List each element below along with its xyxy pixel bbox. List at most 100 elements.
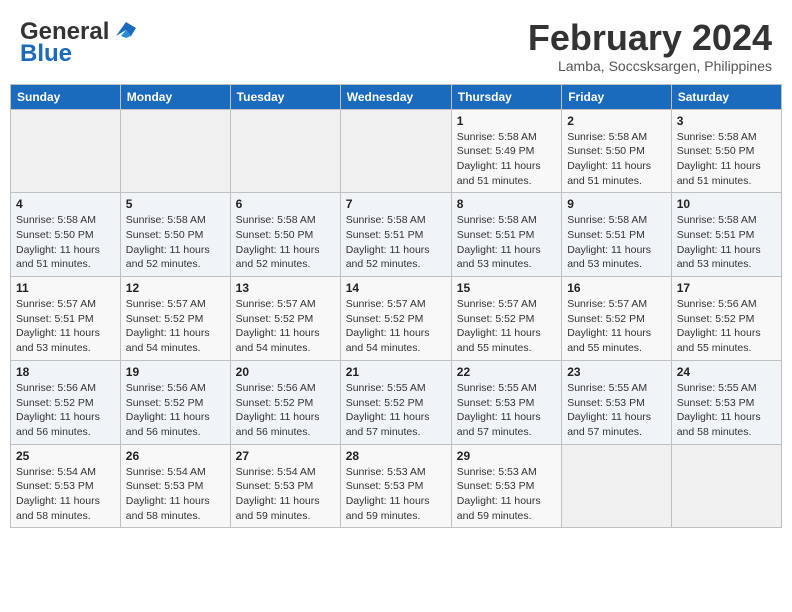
calendar-cell: 10 Sunrise: 5:58 AMSunset: 5:51 PMDayligh… [671, 193, 781, 277]
header-friday: Friday [562, 84, 672, 109]
calendar-header: Sunday Monday Tuesday Wednesday Thursday… [11, 84, 782, 109]
day-number: 7 [346, 197, 446, 211]
day-number: 20 [236, 365, 335, 379]
day-number: 21 [346, 365, 446, 379]
calendar-week-row: 25 Sunrise: 5:54 AMSunset: 5:53 PMDayligh… [11, 444, 782, 528]
calendar-cell: 3Sunrise: 5:58 AMSunset: 5:50 PMDaylight… [671, 109, 781, 193]
day-info: Sunrise: 5:56 AMSunset: 5:52 PMDaylight:… [16, 381, 115, 440]
logo-bird-icon [111, 18, 141, 46]
day-info: Sunrise: 5:55 AMSunset: 5:53 PMDaylight:… [457, 381, 556, 440]
day-number: 10 [677, 197, 776, 211]
day-info: Sunrise: 5:57 AMSunset: 5:52 PMDaylight:… [457, 297, 556, 356]
calendar-cell: 21 Sunrise: 5:55 AMSunset: 5:52 PMDayligh… [340, 360, 451, 444]
calendar-cell: 13 Sunrise: 5:57 AMSunset: 5:52 PMDayligh… [230, 277, 340, 361]
day-info: Sunrise: 5:58 AMSunset: 5:50 PMDaylight:… [236, 213, 335, 272]
day-info: Sunrise: 5:57 AMSunset: 5:52 PMDaylight:… [236, 297, 335, 356]
header-thursday: Thursday [451, 84, 561, 109]
header-monday: Monday [120, 84, 230, 109]
day-info: Sunrise: 5:54 AMSunset: 5:53 PMDaylight:… [16, 465, 115, 524]
day-info: Sunrise: 5:57 AMSunset: 5:52 PMDaylight:… [346, 297, 446, 356]
day-number: 8 [457, 197, 556, 211]
calendar-cell: 24 Sunrise: 5:55 AMSunset: 5:53 PMDayligh… [671, 360, 781, 444]
day-info: Sunrise: 5:58 AMSunset: 5:51 PMDaylight:… [346, 213, 446, 272]
calendar-cell: 5Sunrise: 5:58 AMSunset: 5:50 PMDaylight… [120, 193, 230, 277]
calendar-cell: 4 Sunrise: 5:58 AMSunset: 5:50 PMDaylight… [11, 193, 121, 277]
header-saturday: Saturday [671, 84, 781, 109]
calendar-cell: 23 Sunrise: 5:55 AMSunset: 5:53 PMDayligh… [562, 360, 672, 444]
header-sunday: Sunday [11, 84, 121, 109]
day-info: Sunrise: 5:56 AMSunset: 5:52 PMDaylight:… [677, 297, 776, 356]
day-info: Sunrise: 5:58 AMSunset: 5:51 PMDaylight:… [677, 213, 776, 272]
day-info: Sunrise: 5:58 AMSunset: 5:50 PMDaylight:… [16, 213, 115, 272]
day-number: 25 [16, 449, 115, 463]
calendar-cell: 27 Sunrise: 5:54 AMSunset: 5:53 PMDayligh… [230, 444, 340, 528]
weekday-header-row: Sunday Monday Tuesday Wednesday Thursday… [11, 84, 782, 109]
calendar-cell: 1Sunrise: 5:58 AMSunset: 5:49 PMDaylight… [451, 109, 561, 193]
calendar-cell: 26 Sunrise: 5:54 AMSunset: 5:53 PMDayligh… [120, 444, 230, 528]
day-info: Sunrise: 5:58 AMSunset: 5:51 PMDaylight:… [567, 213, 666, 272]
day-info: Sunrise: 5:54 AMSunset: 5:53 PMDaylight:… [236, 465, 335, 524]
logo: General Blue [20, 18, 141, 68]
day-number: 11 [16, 281, 115, 295]
day-number: 9 [567, 197, 666, 211]
day-number: 16 [567, 281, 666, 295]
calendar-cell [11, 109, 121, 193]
calendar-cell: 17Sunrise: 5:56 AMSunset: 5:52 PMDayligh… [671, 277, 781, 361]
day-info: Sunrise: 5:55 AMSunset: 5:52 PMDaylight:… [346, 381, 446, 440]
calendar-cell [562, 444, 672, 528]
calendar-cell [671, 444, 781, 528]
calendar-cell: 9 Sunrise: 5:58 AMSunset: 5:51 PMDaylight… [562, 193, 672, 277]
logo-blue: Blue [20, 40, 72, 68]
day-info: Sunrise: 5:55 AMSunset: 5:53 PMDaylight:… [677, 381, 776, 440]
day-info: Sunrise: 5:53 AMSunset: 5:53 PMDaylight:… [346, 465, 446, 524]
day-info: Sunrise: 5:56 AMSunset: 5:52 PMDaylight:… [126, 381, 225, 440]
calendar-cell [340, 109, 451, 193]
calendar-cell: 6 Sunrise: 5:58 AMSunset: 5:50 PMDaylight… [230, 193, 340, 277]
day-number: 28 [346, 449, 446, 463]
calendar-cell: 20 Sunrise: 5:56 AMSunset: 5:52 PMDayligh… [230, 360, 340, 444]
calendar-week-row: 1Sunrise: 5:58 AMSunset: 5:49 PMDaylight… [11, 109, 782, 193]
day-number: 4 [16, 197, 115, 211]
day-number: 13 [236, 281, 335, 295]
day-number: 12 [126, 281, 225, 295]
page-header: General Blue February 2024 Lamba, Soccsk… [10, 10, 782, 80]
day-info: Sunrise: 5:58 AMSunset: 5:49 PMDaylight:… [457, 130, 556, 189]
day-number: 6 [236, 197, 335, 211]
day-number: 26 [126, 449, 225, 463]
day-info: Sunrise: 5:56 AMSunset: 5:52 PMDaylight:… [236, 381, 335, 440]
day-number: 15 [457, 281, 556, 295]
day-info: Sunrise: 5:57 AMSunset: 5:52 PMDaylight:… [126, 297, 225, 356]
calendar-cell: 2Sunrise: 5:58 AMSunset: 5:50 PMDaylight… [562, 109, 672, 193]
calendar-body: 1Sunrise: 5:58 AMSunset: 5:49 PMDaylight… [11, 109, 782, 528]
day-info: Sunrise: 5:53 AMSunset: 5:53 PMDaylight:… [457, 465, 556, 524]
day-number: 27 [236, 449, 335, 463]
calendar-title: February 2024 [528, 18, 772, 58]
calendar-cell: 8 Sunrise: 5:58 AMSunset: 5:51 PMDaylight… [451, 193, 561, 277]
calendar-cell [120, 109, 230, 193]
day-info: Sunrise: 5:58 AMSunset: 5:50 PMDaylight:… [567, 130, 666, 189]
header-wednesday: Wednesday [340, 84, 451, 109]
day-number: 14 [346, 281, 446, 295]
calendar-title-section: February 2024 Lamba, Soccsksargen, Phili… [528, 18, 772, 74]
calendar-cell: 11 Sunrise: 5:57 AMSunset: 5:51 PMDayligh… [11, 277, 121, 361]
calendar-week-row: 11 Sunrise: 5:57 AMSunset: 5:51 PMDayligh… [11, 277, 782, 361]
calendar-week-row: 4 Sunrise: 5:58 AMSunset: 5:50 PMDaylight… [11, 193, 782, 277]
calendar-cell: 28 Sunrise: 5:53 AMSunset: 5:53 PMDayligh… [340, 444, 451, 528]
day-info: Sunrise: 5:57 AMSunset: 5:52 PMDaylight:… [567, 297, 666, 356]
day-info: Sunrise: 5:58 AMSunset: 5:51 PMDaylight:… [457, 213, 556, 272]
day-info: Sunrise: 5:55 AMSunset: 5:53 PMDaylight:… [567, 381, 666, 440]
calendar-cell: 14 Sunrise: 5:57 AMSunset: 5:52 PMDayligh… [340, 277, 451, 361]
day-info: Sunrise: 5:54 AMSunset: 5:53 PMDaylight:… [126, 465, 225, 524]
calendar-cell: 15 Sunrise: 5:57 AMSunset: 5:52 PMDayligh… [451, 277, 561, 361]
calendar-cell: 25 Sunrise: 5:54 AMSunset: 5:53 PMDayligh… [11, 444, 121, 528]
calendar-cell: 12 Sunrise: 5:57 AMSunset: 5:52 PMDayligh… [120, 277, 230, 361]
header-tuesday: Tuesday [230, 84, 340, 109]
day-info: Sunrise: 5:58 AMSunset: 5:50 PMDaylight:… [126, 213, 225, 272]
calendar-cell: 22Sunrise: 5:55 AMSunset: 5:53 PMDayligh… [451, 360, 561, 444]
day-number: 23 [567, 365, 666, 379]
day-number: 24 [677, 365, 776, 379]
day-info: Sunrise: 5:57 AMSunset: 5:51 PMDaylight:… [16, 297, 115, 356]
calendar-cell: 18Sunrise: 5:56 AMSunset: 5:52 PMDayligh… [11, 360, 121, 444]
day-number: 19 [126, 365, 225, 379]
day-number: 3 [677, 114, 776, 128]
